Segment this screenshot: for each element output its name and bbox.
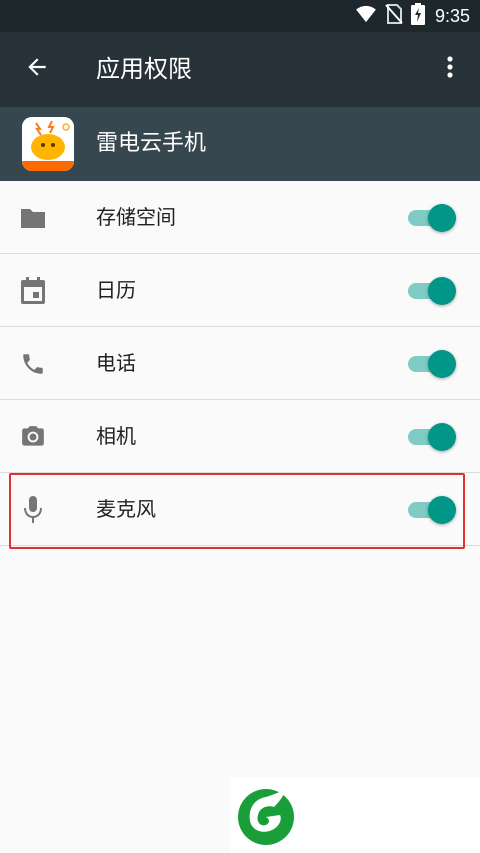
calendar-icon (18, 276, 48, 306)
toggle-thumb (428, 350, 456, 378)
permission-toggle[interactable] (408, 203, 456, 232)
microphone-icon (18, 495, 48, 525)
permission-label: 电话 (96, 351, 136, 375)
camera-icon (18, 422, 48, 452)
permission-toggle[interactable] (408, 276, 456, 305)
permission-toggle[interactable] (408, 422, 456, 451)
toggle-thumb (428, 277, 456, 305)
app-name: 雷电云手机 (96, 131, 207, 156)
back-button[interactable] (14, 46, 60, 92)
leaf-logo-icon (236, 783, 298, 847)
wifi-icon (355, 5, 377, 27)
no-sim-icon (385, 4, 403, 28)
permission-toggle[interactable] (408, 349, 456, 378)
permission-label: 麦克风 (96, 497, 156, 521)
toggle-thumb (428, 496, 456, 524)
folder-icon (18, 203, 48, 233)
permission-row-storage[interactable]: 存储空间 (0, 181, 480, 254)
phone-icon (18, 349, 48, 379)
more-vert-icon (446, 55, 454, 83)
battery-charging-icon (410, 3, 425, 29)
status-time: 9:35 (434, 5, 470, 26)
more-options-button[interactable] (430, 46, 470, 92)
status-icons: 9:35 (355, 0, 470, 32)
permission-list: 存储空间 日历 电话 相机 麦克风 (0, 181, 480, 546)
app-icon (22, 117, 74, 171)
permission-toggle[interactable] (408, 495, 456, 524)
permission-label: 相机 (96, 424, 136, 448)
permission-row-calendar[interactable]: 日历 (0, 254, 480, 327)
page-title: 应用权限 (96, 55, 192, 83)
watermark (230, 777, 480, 853)
toggle-thumb (428, 423, 456, 451)
toggle-thumb (428, 204, 456, 232)
permission-row-microphone[interactable]: 麦克风 (0, 473, 480, 546)
app-header: 雷电云手机 (0, 107, 480, 181)
status-bar: 9:35 (0, 0, 480, 32)
permission-row-camera[interactable]: 相机 (0, 400, 480, 473)
permission-label: 存储空间 (96, 205, 176, 229)
arrow-back-icon (24, 54, 50, 84)
permission-label: 日历 (96, 278, 136, 302)
toolbar: 应用权限 (0, 32, 480, 107)
permission-row-phone[interactable]: 电话 (0, 327, 480, 400)
